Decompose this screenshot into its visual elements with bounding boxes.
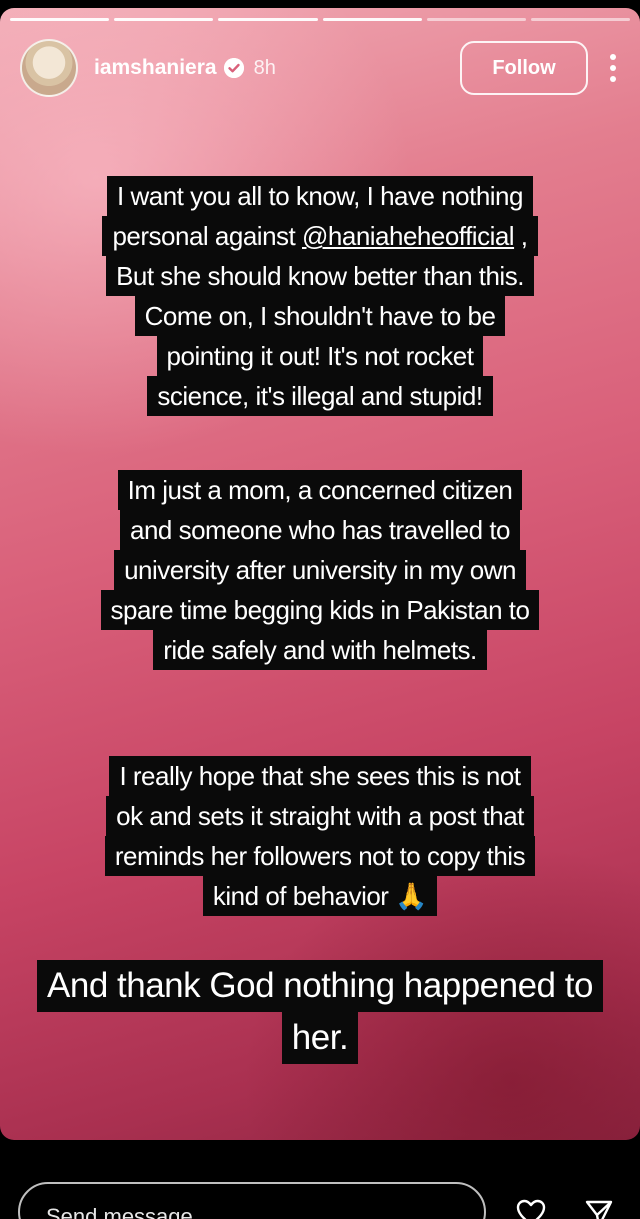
avatar[interactable] bbox=[20, 39, 78, 97]
caption-text: kind of behavior bbox=[212, 881, 389, 911]
caption-text: , bbox=[514, 221, 528, 251]
progress-segment bbox=[322, 18, 422, 21]
caption-line: And thank God nothing happened to bbox=[37, 960, 603, 1012]
username[interactable]: iamshaniera bbox=[94, 56, 217, 80]
verified-badge-icon bbox=[223, 58, 244, 78]
post-time: 8h bbox=[253, 56, 276, 79]
caption-line: Im just a mom, a concerned citizen bbox=[117, 470, 523, 510]
caption-block-3: I really hope that she sees this is not … bbox=[0, 756, 640, 916]
caption-line: ride safely and with helmets. bbox=[153, 630, 487, 670]
caption-line: her. bbox=[281, 1012, 359, 1064]
send-icon[interactable] bbox=[584, 1198, 614, 1219]
caption-line: spare time begging kids in Pakistan to bbox=[100, 590, 540, 630]
caption-line: ok and sets it straight with a post that bbox=[106, 796, 534, 836]
caption-block-2: Im just a mom, a concerned citizen and s… bbox=[0, 470, 640, 670]
caption-line: kind of behavior 🙏 bbox=[202, 876, 438, 916]
caption-block-4: And thank God nothing happened to her. bbox=[0, 960, 640, 1064]
follow-button[interactable]: Follow bbox=[460, 41, 588, 95]
heart-icon[interactable] bbox=[516, 1198, 546, 1219]
caption-line: reminds her followers not to copy this bbox=[104, 836, 536, 876]
caption-line: university after university in my own bbox=[114, 550, 526, 590]
story-header: iamshaniera 8h Follow bbox=[20, 38, 626, 98]
progress-segment bbox=[10, 18, 110, 21]
praying-hands-emoji: 🙏 bbox=[395, 881, 428, 911]
progress-segment bbox=[114, 18, 214, 21]
caption-line: I want you all to know, I have nothing bbox=[107, 176, 533, 216]
story-frame[interactable]: iamshaniera 8h Follow I want you all to … bbox=[0, 8, 640, 1140]
more-options-icon[interactable] bbox=[600, 48, 626, 88]
caption-line: and someone who has travelled to bbox=[119, 510, 521, 550]
story-progress-bar bbox=[10, 18, 631, 21]
caption-line: I really hope that she sees this is not bbox=[109, 756, 531, 796]
send-message-input[interactable]: Send message bbox=[18, 1182, 486, 1219]
progress-segment bbox=[530, 18, 631, 21]
progress-segment bbox=[218, 18, 318, 21]
caption-block-1: I want you all to know, I have nothing p… bbox=[0, 176, 640, 416]
caption-line: Come on, I shouldn't have to be bbox=[134, 296, 506, 336]
caption-line: science, it's illegal and stupid! bbox=[147, 376, 493, 416]
caption-line: But she should know better than this. bbox=[106, 256, 534, 296]
caption-line: personal against @haniaheheofficial , bbox=[102, 216, 538, 256]
mention-link[interactable]: @haniaheheofficial bbox=[302, 221, 515, 251]
story-footer: Send message bbox=[0, 1140, 640, 1219]
progress-segment bbox=[426, 18, 526, 21]
caption-line: pointing it out! It's not rocket bbox=[156, 336, 484, 376]
caption-text: personal against bbox=[112, 221, 302, 251]
